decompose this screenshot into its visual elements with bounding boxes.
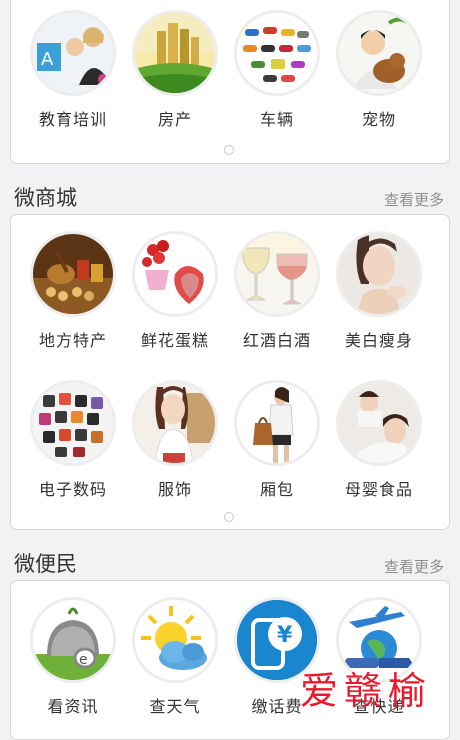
mall-see-more-link[interactable]: 查看更多 xyxy=(384,189,444,210)
category-label: 宠物 xyxy=(361,110,396,129)
service-item-label: 看资讯 xyxy=(47,697,99,716)
page-indicator-dot xyxy=(224,512,234,522)
category-label: 房产 xyxy=(157,110,192,129)
weather-icon xyxy=(132,597,218,683)
mall-item-beauty[interactable]: 美白瘦身 xyxy=(329,231,429,351)
mall-item-electronics[interactable]: 电子数码 xyxy=(23,380,123,500)
mall-item-label: 红酒白酒 xyxy=(242,331,311,350)
category-label: 教育培训 xyxy=(38,110,107,129)
mall-item-label: 美白瘦身 xyxy=(344,331,413,350)
real-estate-photo xyxy=(132,10,218,96)
mall-item-local-specialty[interactable]: 地方特产 xyxy=(23,231,123,351)
category-card-top: A 教育培训 房产 车辆 宠物 xyxy=(10,0,450,164)
mall-item-handbag[interactable]: 厢包 xyxy=(227,380,327,500)
watermark-logo: 爱赣榆 xyxy=(299,669,432,713)
category-item-vehicles[interactable]: 车辆 xyxy=(227,10,327,130)
wine-photo xyxy=(234,231,320,317)
local-specialty-photo xyxy=(30,231,116,317)
flowers-cake-photo xyxy=(132,231,218,317)
category-item-real-estate[interactable]: 房产 xyxy=(125,10,225,130)
mall-item-label: 电子数码 xyxy=(38,480,107,499)
page-indicator-dot xyxy=(224,145,234,155)
category-item-pets[interactable]: 宠物 xyxy=(329,10,429,130)
mall-item-label: 鲜花蛋糕 xyxy=(140,331,209,350)
category-item-education[interactable]: A 教育培训 xyxy=(23,10,123,130)
mall-item-clothing[interactable]: 服饰 xyxy=(125,380,225,500)
category-label: 车辆 xyxy=(259,110,294,129)
mall-card: 地方特产 鲜花蛋糕 红酒白酒 美白瘦身 电子数码 服饰 厢包 母婴食品 xyxy=(10,214,450,530)
pets-photo xyxy=(336,10,422,96)
mall-item-label: 地方特产 xyxy=(38,331,107,350)
section-title-mall: 微商城 xyxy=(14,186,77,210)
services-see-more-link[interactable]: 查看更多 xyxy=(384,556,444,577)
mall-item-label: 服饰 xyxy=(157,480,192,499)
service-item-weather[interactable]: 查天气 xyxy=(125,597,225,717)
mall-item-label: 厢包 xyxy=(259,480,294,499)
service-item-news[interactable]: e 看资讯 xyxy=(23,597,123,717)
education-training-photo: A xyxy=(30,10,116,96)
svg-text:e: e xyxy=(79,652,88,668)
mall-item-wine[interactable]: 红酒白酒 xyxy=(227,231,327,351)
svg-text:A: A xyxy=(41,49,54,70)
section-title-services: 微便民 xyxy=(14,552,77,576)
news-icon: e xyxy=(30,597,116,683)
clothing-photo xyxy=(132,380,218,466)
beauty-photo xyxy=(336,231,422,317)
electronics-photo xyxy=(30,380,116,466)
mall-item-flowers-cake[interactable]: 鲜花蛋糕 xyxy=(125,231,225,351)
service-item-label: 查天气 xyxy=(149,697,201,716)
svg-text:¥: ¥ xyxy=(277,623,293,648)
mall-item-label: 母婴食品 xyxy=(344,480,413,499)
mall-item-mother-baby[interactable]: 母婴食品 xyxy=(329,380,429,500)
vehicles-photo xyxy=(234,10,320,96)
handbag-photo xyxy=(234,380,320,466)
mother-baby-photo xyxy=(336,380,422,466)
